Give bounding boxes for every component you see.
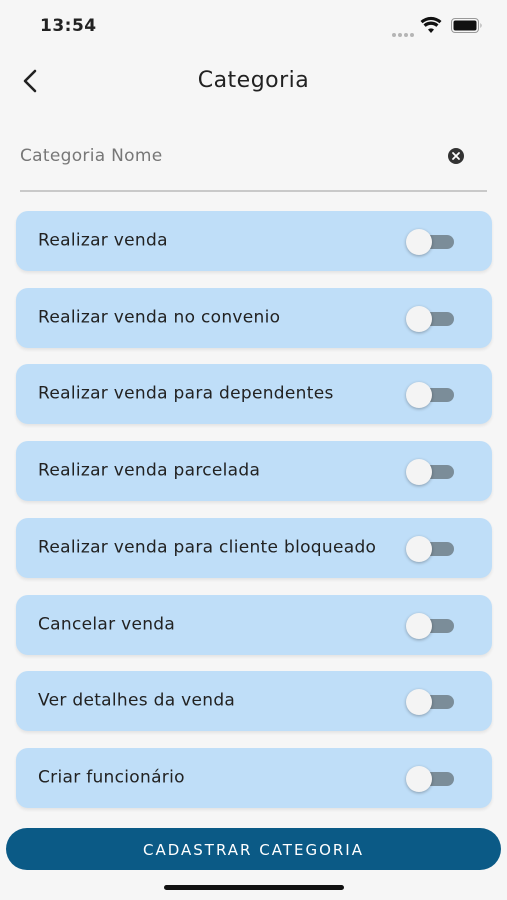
register-category-button[interactable]: CADASTRAR CATEGORIA	[6, 828, 501, 870]
navigation-bar: Categoria	[0, 56, 507, 110]
status-bar: 13:54	[0, 0, 507, 56]
permission-label: Realizar venda para cliente bloqueado	[38, 537, 377, 558]
toggle-thumb	[406, 689, 432, 716]
toggle-thumb	[406, 535, 432, 562]
permission-card: Realizar venda para cliente bloqueado	[16, 517, 492, 578]
clear-input-icon[interactable]	[447, 147, 465, 165]
toggle-thumb	[406, 305, 432, 332]
toggle-thumb	[406, 459, 432, 486]
permission-toggle[interactable]	[406, 459, 454, 486]
category-name-input[interactable]	[20, 136, 440, 176]
permission-toggle[interactable]	[406, 765, 454, 792]
permission-card: Realizar venda parcelada	[16, 441, 492, 502]
battery-icon	[451, 18, 482, 33]
cellular-signal-icon	[392, 22, 416, 37]
page-title: Categoria	[197, 68, 310, 93]
toggle-thumb	[406, 382, 432, 409]
permission-card: Criar funcionário	[16, 747, 492, 808]
permission-card: Realizar venda no convenio	[16, 287, 492, 348]
permission-toggle[interactable]	[406, 612, 454, 639]
permission-label: Realizar venda no convenio	[38, 307, 281, 328]
permission-toggle[interactable]	[406, 229, 454, 255]
permission-toggle[interactable]	[406, 689, 454, 716]
permission-card: Realizar venda	[16, 211, 492, 271]
permission-toggle[interactable]	[406, 382, 454, 409]
permission-toggle[interactable]	[406, 535, 454, 562]
permission-label: Ver detalhes da venda	[38, 690, 236, 711]
permission-label: Criar funcionário	[38, 767, 185, 788]
permission-label: Realizar venda para dependentes	[38, 383, 334, 404]
status-time: 13:54	[40, 16, 97, 36]
permission-card: Cancelar venda	[16, 594, 492, 655]
wifi-icon	[420, 16, 442, 33]
permission-toggle[interactable]	[406, 305, 454, 332]
permission-label: Realizar venda parcelada	[38, 460, 261, 481]
permission-card: Realizar venda para dependentes	[16, 364, 492, 425]
toggle-thumb	[406, 229, 432, 255]
toggle-thumb	[406, 612, 432, 639]
permission-label: Cancelar venda	[38, 614, 176, 634]
category-name-field	[20, 136, 487, 192]
home-indicator	[164, 885, 344, 890]
permission-label: Realizar venda	[38, 230, 168, 251]
toggle-thumb	[406, 765, 432, 792]
permission-card: Ver detalhes da venda	[16, 671, 492, 732]
